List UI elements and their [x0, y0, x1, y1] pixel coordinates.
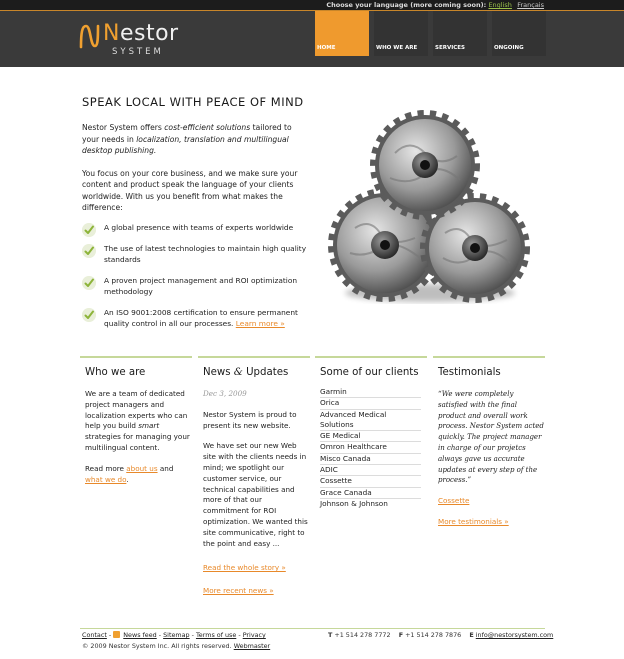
nav-services[interactable]: SERVICES: [433, 11, 487, 56]
intro-paragraph-1: Nestor System offers cost-efficient solu…: [82, 123, 292, 155]
testimonials-column: Testimonials “We were completely satisfi…: [433, 356, 545, 538]
email-link[interactable]: info@nestorsystem.com: [476, 631, 554, 639]
copyright: © 2009 Nestor System Inc. All rights res…: [82, 642, 271, 650]
clients-column: Some of our clients Garmin Orica Advance…: [315, 356, 427, 509]
news-paragraph-2: We have set our new Web site with the cl…: [203, 441, 308, 548]
fax-number: +1 514 278 7876: [405, 631, 462, 639]
check-icon: [82, 308, 96, 322]
footer-links: Contact - News feed - Sitemap - Terms of…: [82, 631, 266, 639]
client-item: Misco Canada: [320, 454, 421, 466]
footer-terms-link[interactable]: Terms of use: [196, 631, 236, 639]
read-more-text: Read more about us and what we do.: [85, 463, 174, 484]
testimonial-source-link[interactable]: Cossette: [438, 496, 469, 505]
check-icon: [82, 276, 96, 290]
benefits-list: A global presence with teams of experts …: [82, 222, 312, 339]
language-prompt: Choose your language (more coming soon):: [326, 1, 487, 9]
client-item: Omron Healthcare: [320, 442, 421, 454]
footer-sitemap-link[interactable]: Sitemap: [163, 631, 189, 639]
check-icon: [82, 223, 96, 237]
benefit-item: An ISO 9001:2008 certification to ensure…: [82, 307, 312, 329]
benefit-item: A proven project management and ROI opti…: [82, 275, 312, 297]
read-whole-story-link[interactable]: Read the whole story »: [203, 563, 286, 572]
language-english-link[interactable]: English: [488, 1, 511, 9]
news-heading: News & Updates: [203, 367, 289, 378]
site-footer: Contact - News feed - Sitemap - Terms of…: [80, 628, 553, 650]
logo-mark-icon: [79, 24, 100, 49]
footer-news-feed-link[interactable]: News feed: [123, 631, 156, 639]
webmaster-link[interactable]: Webmaster: [234, 642, 270, 650]
client-item: Cossette: [320, 476, 421, 488]
site-header: Nestor SYSTEM HOME WHO WE ARE SERVICES O…: [0, 11, 624, 67]
what-we-do-link[interactable]: what we do: [85, 475, 126, 484]
news-date: Dec 3, 2009: [203, 389, 247, 398]
footer-privacy-link[interactable]: Privacy: [243, 631, 266, 639]
logo-tagline: SYSTEM: [112, 47, 164, 57]
intro-text: Nestor System offers cost-efficient solu…: [82, 122, 307, 225]
client-item: ADIC: [320, 465, 421, 477]
more-news-link[interactable]: More recent news »: [203, 586, 274, 595]
language-french-link[interactable]: Français: [517, 1, 544, 9]
who-we-are-column: Who we are We are a team of dedicated pr…: [80, 356, 192, 495]
intro-paragraph-2: You focus on your core business, and we …: [82, 168, 298, 213]
page-title: SPEAK LOCAL WITH PEACE OF MIND: [82, 95, 304, 109]
client-item: GE Medical: [320, 431, 421, 443]
client-item: Grace Canada: [320, 488, 421, 499]
news-column: News & Updates Dec 3, 2009 Nestor System…: [198, 356, 310, 607]
testimonials-heading: Testimonials: [438, 367, 501, 378]
news-paragraph-1: Nestor System is proud to present its ne…: [203, 409, 297, 430]
benefit-item: The use of latest technologies to mainta…: [82, 243, 312, 265]
client-item: Garmin: [320, 387, 421, 399]
about-us-link[interactable]: about us: [126, 464, 157, 473]
more-testimonials-link[interactable]: More testimonials »: [438, 517, 509, 526]
footer-contact-info: T +1 514 278 7772 F +1 514 278 7876 Einfo@…: [328, 631, 554, 639]
nav-who-we-are[interactable]: WHO WE ARE: [374, 11, 428, 56]
phone-number: +1 514 278 7772: [334, 631, 391, 639]
rss-icon: [113, 631, 121, 638]
client-item: Johnson & Johnson: [320, 498, 388, 508]
who-we-are-text: We are a team of dedicated project manag…: [85, 389, 190, 452]
gears-globe-illustration: [328, 110, 530, 303]
nav-home[interactable]: HOME: [315, 11, 369, 56]
benefit-item: A global presence with teams of experts …: [82, 222, 312, 237]
language-bar: Choose your language (more coming soon):…: [0, 0, 624, 11]
client-item: Orica: [320, 398, 421, 410]
testimonial-quote: “We were completely satisfied with the f…: [438, 390, 544, 485]
client-item: Advanced Medical Solutions: [320, 410, 421, 432]
gear-icon: [370, 110, 480, 220]
check-icon: [82, 244, 96, 258]
clients-list: Garmin Orica Advanced Medical Solutions …: [320, 387, 421, 509]
logo-wordmark: Nestor: [103, 21, 179, 46]
footer-contact-link[interactable]: Contact: [82, 631, 107, 639]
nav-ongoing[interactable]: ONGOING: [492, 11, 546, 56]
clients-heading: Some of our clients: [320, 367, 419, 378]
who-we-are-heading: Who we are: [85, 367, 146, 378]
learn-more-link[interactable]: Learn more »: [236, 319, 285, 328]
